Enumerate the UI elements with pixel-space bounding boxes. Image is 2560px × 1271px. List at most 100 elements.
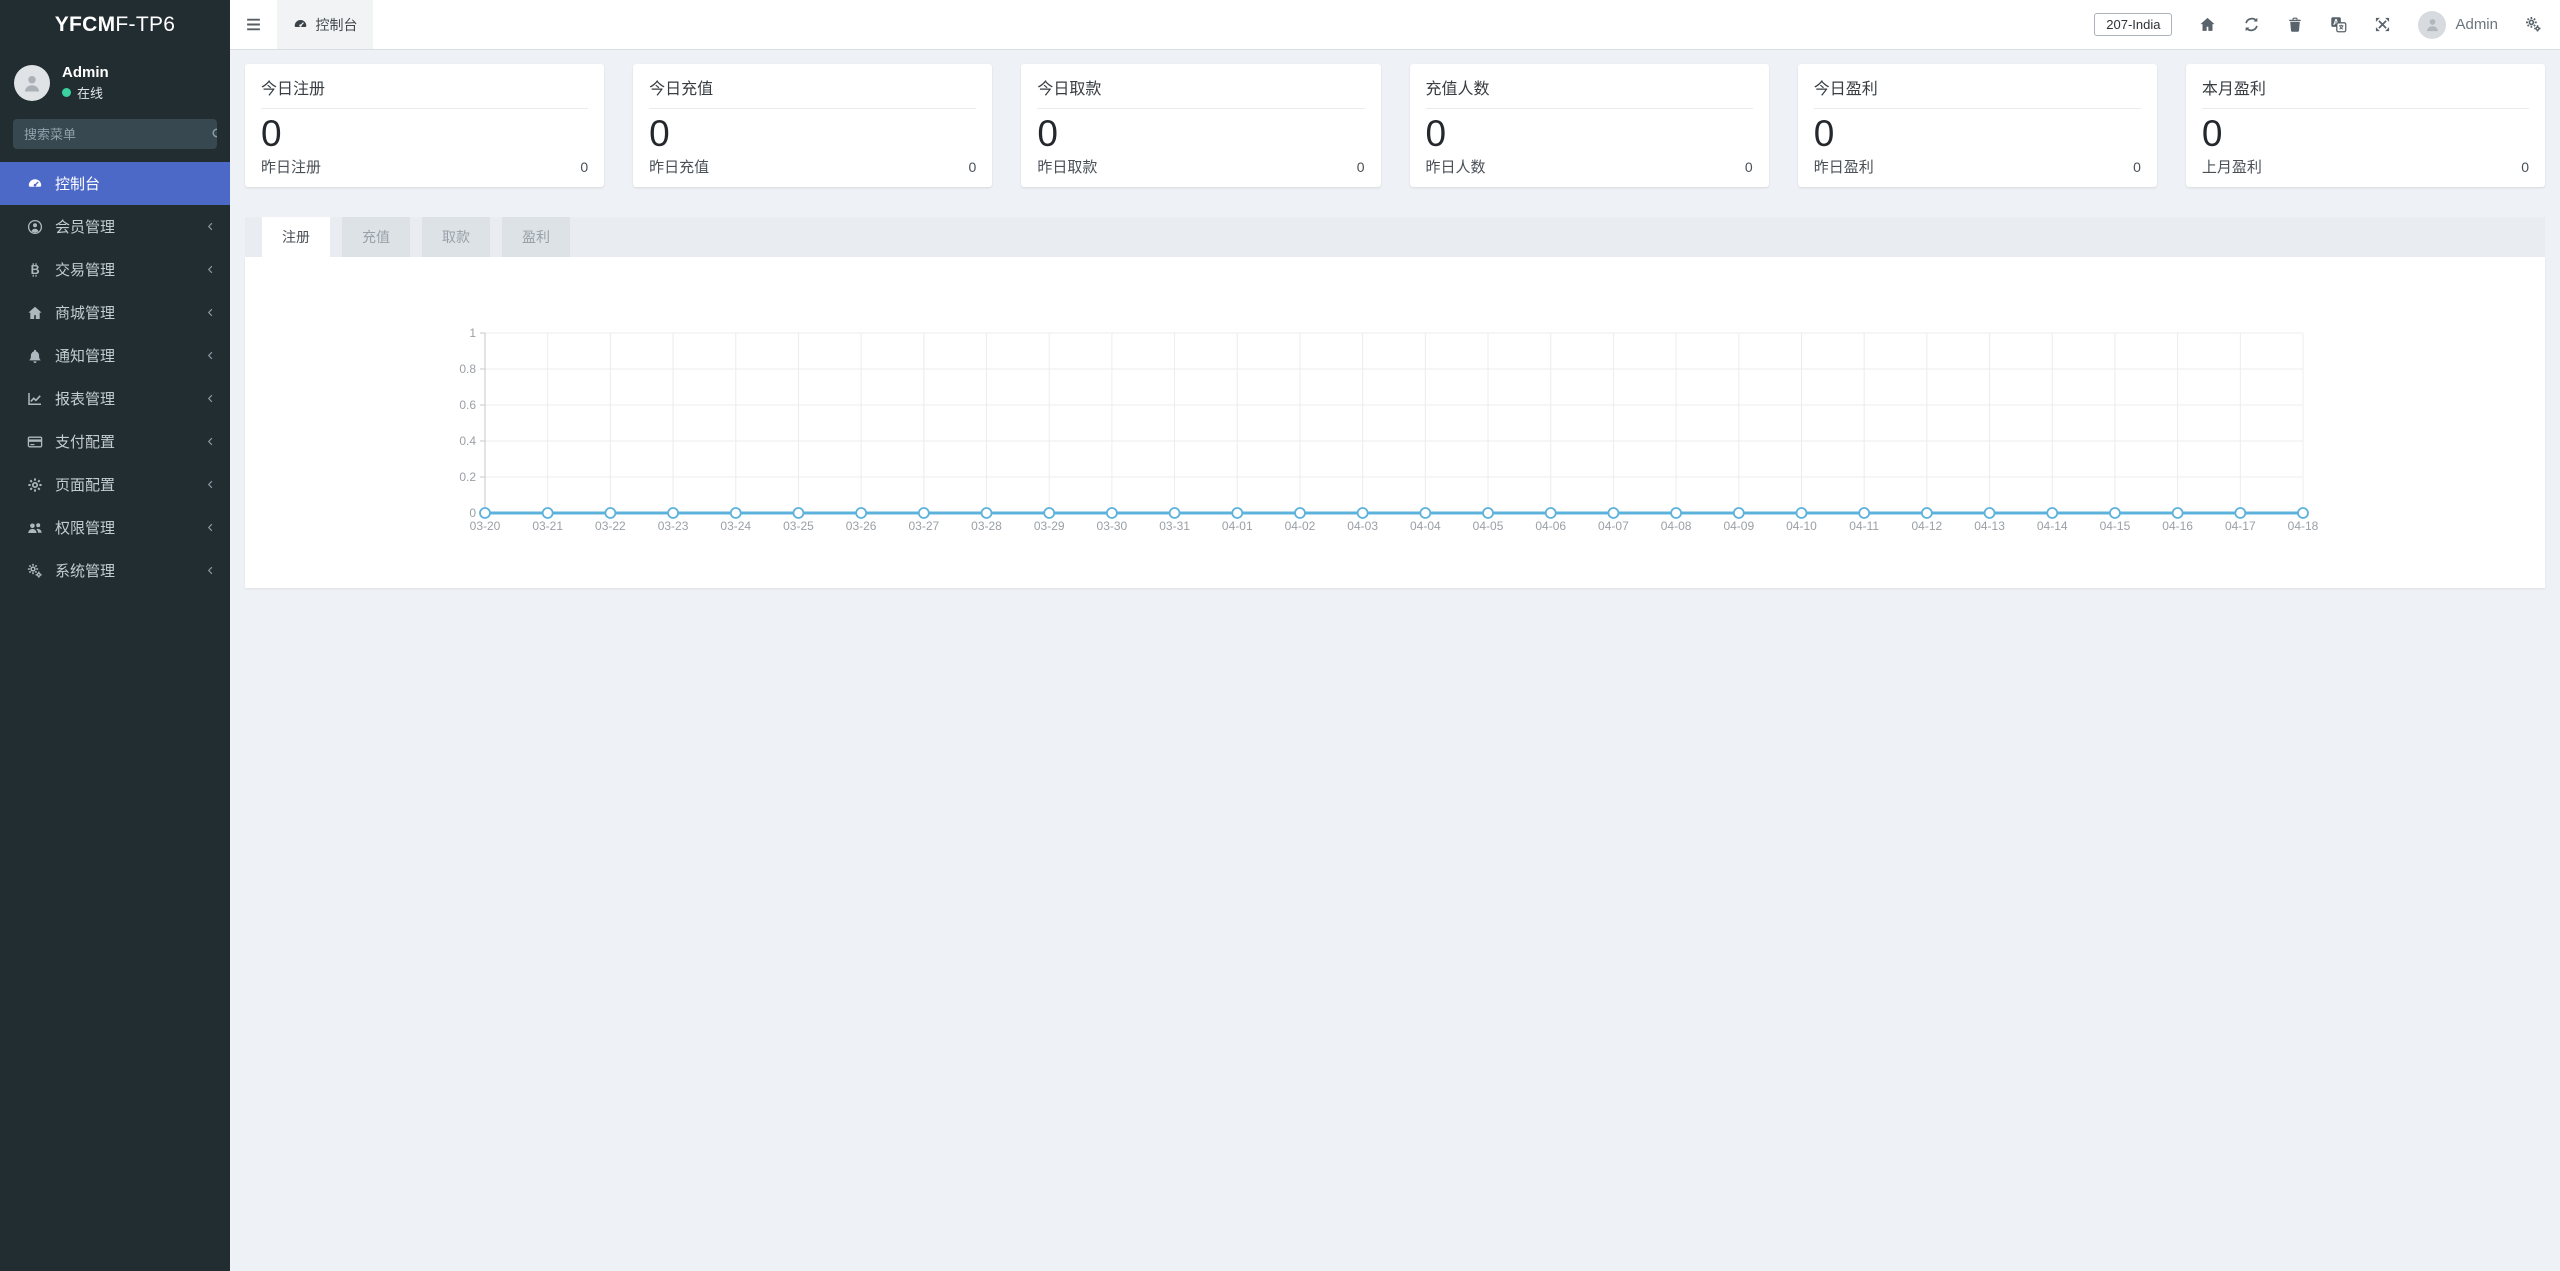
svg-text:04-11: 04-11 [1849,519,1879,533]
chevron-left-icon [205,307,216,318]
menu-label: 支付配置 [55,434,116,452]
brand-logo-bold: YFCM [54,13,116,36]
sidebar-toggle-button[interactable] [230,0,277,49]
chevron-left-icon [205,393,216,404]
trash-button[interactable] [2287,17,2303,33]
svg-text:03-26: 03-26 [846,519,877,533]
sidebar-item-transactions[interactable]: B 交易管理 [0,248,230,291]
card-sub-value: 0 [580,158,589,175]
stat-cards-row: 今日注册 0 昨日注册 0 今日充值 0 昨日充值 0 今日取款 0 昨日取款 0 充… [245,64,2546,187]
card-title: 今日盈利 [1813,75,2141,109]
menu-label: 系统管理 [55,563,116,581]
translate-button[interactable]: A [2330,16,2347,33]
fullscreen-button[interactable] [2374,16,2391,33]
user-status[interactable]: 在线 [62,83,109,102]
sidebar-item-members[interactable]: 会员管理 [0,205,230,248]
tachometer-icon [293,17,308,32]
sidebar-search [13,119,217,150]
gears-icon [2525,16,2541,32]
sidebar-menu: 控制台 会员管理 B 交易管理 商城管理 通知管理 报表管理 支付配置 页面配置… [0,162,230,592]
svg-text:04-14: 04-14 [2037,519,2068,533]
user-status-label: 在线 [77,86,104,102]
svg-text:1: 1 [469,326,476,340]
card-sub-value: 0 [2133,158,2141,175]
card-title: 本月盈利 [2201,75,2530,109]
card-sub-value: 0 [968,158,977,175]
svg-text:0: 0 [469,506,476,520]
svg-text:04-06: 04-06 [1535,519,1566,533]
sidebar-item-notifications[interactable]: 通知管理 [0,334,230,377]
menu-label: 报表管理 [55,391,116,409]
svg-text:03-23: 03-23 [658,519,689,533]
sidebar-item-page-config[interactable]: 页面配置 [0,463,230,506]
stat-card-profit-month: 本月盈利 0 上月盈利 0 [2185,64,2546,187]
menu-icon [247,18,260,31]
menu-label: 控制台 [55,176,101,194]
brand-logo-light: F-TP6 [115,13,176,36]
refresh-button[interactable] [2243,16,2260,33]
topbar-user-menu[interactable]: Admin [2418,10,2498,39]
region-selector[interactable]: 207-India [2094,13,2173,36]
brand-logo[interactable]: YFCM F-TP6 [0,0,230,50]
chevron-left-icon [205,522,216,533]
sidebar-item-permissions[interactable]: 权限管理 [0,506,230,549]
svg-text:03-20: 03-20 [470,519,501,533]
stat-card-recharge-users: 充值人数 0 昨日人数 0 [1409,64,1769,187]
svg-text:04-07: 04-07 [1598,519,1629,533]
tab-profit[interactable]: 盈利 [502,217,570,257]
topbar-user-name: Admin [2455,16,2498,33]
card-sub-value: 0 [2521,158,2530,175]
svg-text:04-13: 04-13 [1974,519,2005,533]
tab-withdraw[interactable]: 取款 [422,217,490,257]
chevron-left-icon [205,479,216,490]
card-title: 充值人数 [1425,75,1753,109]
tab-register[interactable]: 注册 [262,217,330,257]
card-sub-label: 昨日注册 [261,158,322,176]
card-value: 0 [649,113,670,154]
svg-text:04-01: 04-01 [1222,519,1253,533]
card-sub-label: 上月盈利 [2201,158,2262,176]
stat-card-register-today: 今日注册 0 昨日注册 0 [245,64,605,187]
stat-card-profit-today: 今日盈利 0 昨日盈利 0 [1797,64,2157,187]
svg-text:03-25: 03-25 [783,519,814,533]
trash-icon [2289,17,2302,32]
menu-label: 页面配置 [55,477,116,495]
person-icon [24,75,40,92]
svg-text:04-09: 04-09 [1723,519,1754,533]
sidebar-item-dashboard[interactable]: 控制台 [0,162,230,206]
chevron-left-icon [205,565,216,576]
user-circle-icon [25,219,44,235]
menu-label: 会员管理 [55,219,116,237]
users-icon [25,520,44,536]
sidebar-item-system[interactable]: 系统管理 [0,549,230,592]
svg-text:03-30: 03-30 [1097,519,1128,533]
card-value: 0 [1425,113,1447,154]
card-sub-label: 昨日充值 [649,158,710,176]
svg-text:03-22: 03-22 [595,519,626,533]
card-title: 今日注册 [261,75,589,109]
user-panel: Admin 在线 [0,50,230,110]
menu-search-input[interactable] [13,119,211,150]
credit-card-icon [25,434,44,450]
tachometer-icon [25,176,44,192]
breadcrumb-tab-dashboard[interactable]: 控制台 [277,0,373,49]
svg-text:04-10: 04-10 [1786,519,1817,533]
search-icon[interactable] [211,119,217,149]
main-content: 今日注册 0 昨日注册 0 今日充值 0 昨日充值 0 今日取款 0 昨日取款 0 充… [230,50,2560,588]
online-dot-icon [62,88,71,98]
sidebar-item-mall[interactable]: 商城管理 [0,291,230,334]
svg-text:03-28: 03-28 [971,519,1002,533]
svg-text:04-16: 04-16 [2162,519,2193,533]
person-icon [2426,19,2438,32]
svg-text:03-24: 03-24 [720,519,751,533]
menu-label: 商城管理 [55,305,116,323]
sidebar-item-payment-config[interactable]: 支付配置 [0,420,230,463]
settings-button[interactable] [2525,16,2542,33]
tab-recharge[interactable]: 充值 [342,217,410,257]
home-button[interactable] [2199,16,2216,33]
sidebar-item-reports[interactable]: 报表管理 [0,377,230,420]
gear-icon [25,477,44,493]
registration-line-chart: 0 0.2 0.4 0.6 0.8 1 03-20 03-21 03-22 03-23 03-24 0… [420,316,2348,553]
bitcoin-icon: B [25,262,44,278]
svg-text:0.2: 0.2 [459,470,476,484]
